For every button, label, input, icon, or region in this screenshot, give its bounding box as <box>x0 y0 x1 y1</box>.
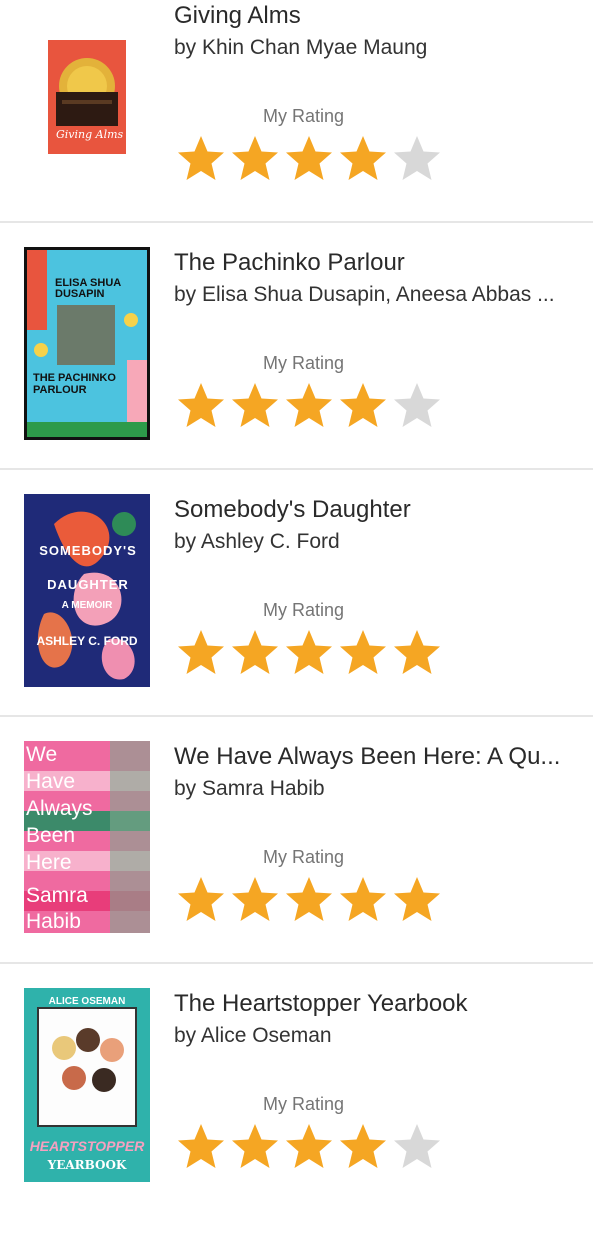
star-rating[interactable] <box>176 1122 442 1170</box>
book-author[interactable]: by Khin Chan Myae Maung <box>174 36 427 60</box>
star-filled-icon[interactable] <box>230 381 280 429</box>
book-title[interactable]: The Pachinko Parlour <box>174 249 405 277</box>
star-filled-icon[interactable] <box>284 628 334 676</box>
book-author[interactable]: by Alice Oseman <box>174 1024 332 1048</box>
star-empty-icon[interactable] <box>392 1122 442 1170</box>
my-rating-label: My Rating <box>263 847 345 867</box>
cover-title-text: We Have Always Been Here <box>26 743 93 874</box>
star-empty-icon[interactable] <box>392 381 442 429</box>
star-filled-icon[interactable] <box>230 628 280 676</box>
book-row[interactable]: We Have Always Been Here Samra Habib We … <box>0 741 593 988</box>
star-filled-icon[interactable] <box>176 628 226 676</box>
cover-author-text: Samra Habib <box>26 884 88 933</box>
star-filled-icon[interactable] <box>338 1122 388 1170</box>
cover-author-text: ALICE OSEMAN <box>48 996 126 1007</box>
cover-title-text: SOMEBODY'S DAUGHTER <box>39 543 137 592</box>
cover-title-text: Giving Alms <box>56 128 124 141</box>
star-empty-icon[interactable] <box>392 134 442 182</box>
star-filled-icon[interactable] <box>230 134 280 182</box>
book-author[interactable]: by Ashley C. Ford <box>174 530 340 554</box>
star-filled-icon[interactable] <box>176 134 226 182</box>
cover-author-text: ASHLEY C. FORD <box>36 634 138 648</box>
book-row[interactable]: SOMEBODY'S DAUGHTER A MEMOIR ASHLEY C. F… <box>0 494 593 741</box>
star-rating[interactable] <box>176 628 442 676</box>
my-rating-label: My Rating <box>263 600 345 620</box>
star-filled-icon[interactable] <box>230 875 280 923</box>
book-author[interactable]: by Elisa Shua Dusapin, Aneesa Abbas ... <box>174 283 555 307</box>
cover-title-text: HEARTSTOPPER <box>29 1138 145 1154</box>
star-filled-icon[interactable] <box>338 628 388 676</box>
star-filled-icon[interactable] <box>338 875 388 923</box>
cover-author-text: ELISA SHUA DUSAPIN <box>55 277 121 300</box>
book-title[interactable]: Giving Alms <box>174 2 301 30</box>
book-cover-somebodys-daughter[interactable]: SOMEBODY'S DAUGHTER A MEMOIR ASHLEY C. F… <box>24 494 150 687</box>
star-filled-icon[interactable] <box>392 628 442 676</box>
divider <box>0 468 593 470</box>
star-filled-icon[interactable] <box>176 1122 226 1170</box>
book-row[interactable]: ELISA SHUA DUSAPIN THE PACHINKO PARLOUR … <box>0 247 593 494</box>
book-list: Giving Alms Giving Alms by Khin Chan Mya… <box>0 0 593 1200</box>
cover-subtitle-text: A MEMOIR <box>61 600 113 611</box>
star-filled-icon[interactable] <box>392 875 442 923</box>
star-filled-icon[interactable] <box>338 381 388 429</box>
star-rating[interactable] <box>176 134 442 182</box>
divider <box>0 221 593 223</box>
star-filled-icon[interactable] <box>284 875 334 923</box>
book-cover-heartstopper-yearbook[interactable]: ALICE OSEMAN HEARTSTOPPER YEARBOOK <box>24 988 150 1182</box>
book-author[interactable]: by Samra Habib <box>174 777 325 801</box>
book-title[interactable]: We Have Always Been Here: A Qu... <box>174 743 560 771</box>
book-cover-giving-alms[interactable]: Giving Alms <box>48 40 126 154</box>
cover-subtitle-text: YEARBOOK <box>47 1158 127 1172</box>
star-rating[interactable] <box>176 381 442 429</box>
divider <box>0 715 593 717</box>
book-row[interactable]: ALICE OSEMAN HEARTSTOPPER YEARBOOK The H… <box>0 988 593 1235</box>
book-title[interactable]: Somebody's Daughter <box>174 496 411 524</box>
star-filled-icon[interactable] <box>284 1122 334 1170</box>
book-title[interactable]: The Heartstopper Yearbook <box>174 990 468 1018</box>
cover-title-text: THE PACHINKO PARLOUR <box>33 372 116 396</box>
my-rating-label: My Rating <box>263 1094 345 1114</box>
star-filled-icon[interactable] <box>176 875 226 923</box>
divider <box>0 962 593 964</box>
star-filled-icon[interactable] <box>338 134 388 182</box>
book-cover-we-have-always-been-here[interactable]: We Have Always Been Here Samra Habib <box>24 741 150 933</box>
book-row[interactable]: Giving Alms Giving Alms by Khin Chan Mya… <box>0 0 593 247</box>
my-rating-label: My Rating <box>263 106 345 126</box>
star-filled-icon[interactable] <box>284 134 334 182</box>
book-cover-pachinko-parlour[interactable]: ELISA SHUA DUSAPIN THE PACHINKO PARLOUR <box>24 247 150 440</box>
star-filled-icon[interactable] <box>176 381 226 429</box>
star-filled-icon[interactable] <box>230 1122 280 1170</box>
star-rating[interactable] <box>176 875 442 923</box>
my-rating-label: My Rating <box>263 353 345 373</box>
star-filled-icon[interactable] <box>284 381 334 429</box>
